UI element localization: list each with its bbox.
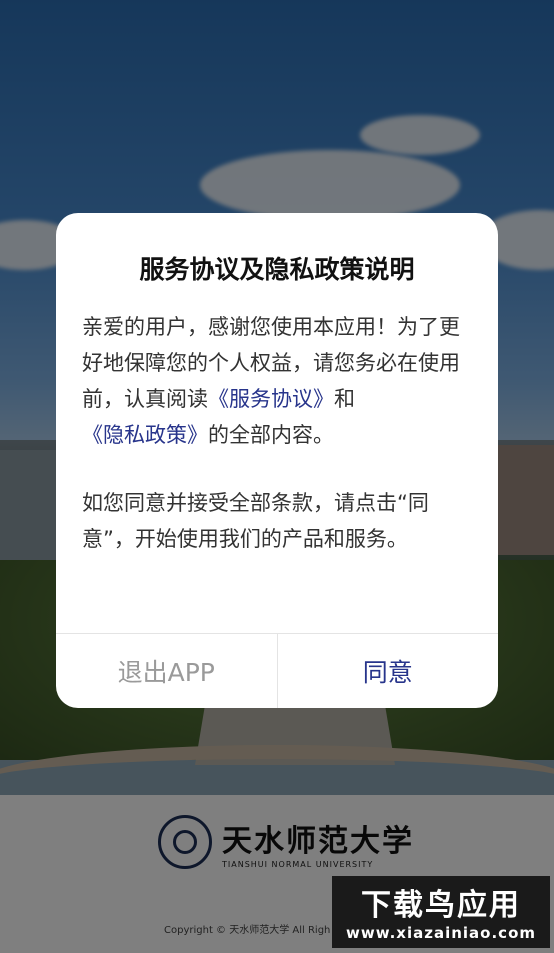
dialog-body: 亲爱的用户，感谢您使用本应用！为了更好地保障您的个人权益，请您务必在使用前，认真… [82,309,474,557]
privacy-dialog: 服务协议及隐私政策说明 亲爱的用户，感谢您使用本应用！为了更好地保障您的个人权益… [56,213,498,708]
dialog-paragraph-1: 亲爱的用户，感谢您使用本应用！为了更好地保障您的个人权益，请您务必在使用前，认真… [82,315,460,447]
service-agreement-link[interactable]: 《服务协议》 [208,387,334,411]
dialog-title: 服务协议及隐私政策说明 [139,255,415,284]
agree-button[interactable]: 同意 [278,634,499,708]
exit-app-button[interactable]: 退出APP [56,634,278,708]
dialog-button-row: 退出APP 同意 [56,633,498,708]
dialog-paragraph-2: 如您同意并接受全部条款，请点击“同意”，开始使用我们的产品和服务。 [82,491,429,551]
watermark-title: 下载鸟应用 [361,888,521,923]
watermark-url: www.xiazainiao.com [345,924,537,942]
privacy-policy-link[interactable]: 《隐私政策》 [82,423,208,447]
watermark: 下载鸟应用 www.xiazainiao.com [332,876,550,948]
